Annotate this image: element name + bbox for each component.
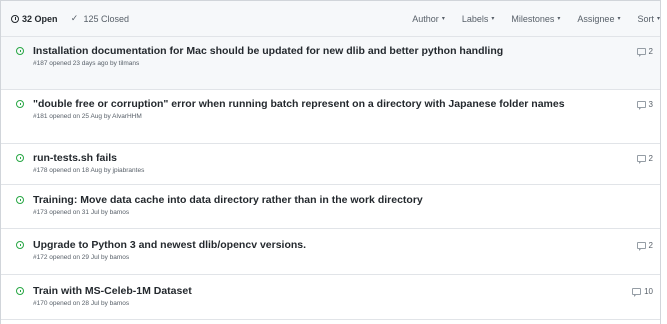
- issue-title-link[interactable]: Train with MS-Celeb-1M Dataset: [33, 285, 620, 298]
- issue-title-link[interactable]: run-tests.sh fails: [33, 152, 620, 165]
- filter-bar: Author ▾ Labels ▾ Milestones ▾ Assignee …: [395, 14, 660, 24]
- issue-opened-icon: [16, 287, 24, 295]
- issue-meta: #172 opened on 29 Jul by bamos: [33, 254, 130, 261]
- issue-meta: #187 opened 23 days ago by tilmans: [33, 60, 140, 67]
- chevron-down-icon: ▾: [656, 16, 660, 22]
- comment-icon: [632, 288, 642, 297]
- issue-title-link[interactable]: "double free or corruption" error when r…: [33, 98, 620, 111]
- issue-meta: #181 opened on 25 Aug by AlvarHHM: [33, 113, 142, 120]
- issue-opened-icon: [11, 14, 19, 23]
- comment-count: 2: [648, 154, 653, 163]
- comment-count-link[interactable]: 2: [636, 154, 653, 164]
- issue-row[interactable]: Installation documentation for Mac shoul…: [1, 37, 660, 90]
- sort-filter[interactable]: Sort ▾: [637, 14, 660, 24]
- issue-meta: #170 opened on 28 Jul by bamos: [33, 300, 130, 307]
- issue-title-link[interactable]: Training: Move data cache into data dire…: [33, 194, 620, 207]
- issue-row[interactable]: "double free or corruption" error when r…: [1, 90, 660, 144]
- issue-opened-icon: [16, 100, 24, 108]
- author-filter-label: Author: [412, 13, 439, 24]
- assignee-filter[interactable]: Assignee ▾: [577, 14, 620, 24]
- comment-count-link[interactable]: 10: [632, 287, 653, 297]
- issue-title-link[interactable]: Upgrade to Python 3 and newest dlib/open…: [33, 239, 620, 252]
- sort-filter-label: Sort: [637, 13, 654, 24]
- comment-count: 3: [648, 100, 653, 109]
- comment-count: 2: [648, 47, 653, 56]
- issue-opened-icon: [16, 196, 24, 204]
- author-filter[interactable]: Author ▾: [412, 14, 445, 24]
- issue-row[interactable]: Train with MS-Celeb-1M Dataset #170 open…: [1, 275, 660, 320]
- assignee-filter-label: Assignee: [577, 13, 615, 24]
- issue-meta: #178 opened on 18 Aug by jpiabrantes: [33, 167, 145, 174]
- comment-icon: [636, 48, 646, 57]
- chevron-down-icon: ▾: [617, 16, 621, 22]
- issue-opened-icon: [16, 47, 24, 55]
- comment-count: 2: [648, 241, 653, 250]
- issue-title-link[interactable]: Installation documentation for Mac shoul…: [33, 45, 620, 58]
- open-count: 32 Open: [22, 13, 58, 24]
- issue-opened-icon: [16, 241, 24, 249]
- closed-count: 125 Closed: [83, 13, 130, 24]
- chevron-down-icon: ▾: [441, 16, 445, 22]
- check-icon: ✓: [70, 13, 79, 23]
- comment-icon: [636, 242, 646, 251]
- milestones-filter[interactable]: Milestones ▾: [511, 14, 560, 24]
- comment-count-link[interactable]: 2: [636, 241, 653, 251]
- comment-icon: [636, 101, 646, 110]
- issue-meta: #173 opened on 31 Jul by bamos: [33, 209, 130, 216]
- labels-filter-label: Labels: [461, 13, 489, 24]
- comment-count-link[interactable]: 2: [636, 47, 653, 57]
- issue-opened-icon: [16, 154, 24, 162]
- comment-icon: [636, 155, 646, 164]
- comment-count-link[interactable]: 3: [636, 100, 653, 110]
- milestones-filter-label: Milestones: [511, 13, 555, 24]
- issue-row[interactable]: Upgrade to Python 3 and newest dlib/open…: [1, 229, 660, 275]
- issue-row[interactable]: Training: Move data cache into data dire…: [1, 185, 660, 229]
- open-issues-toggle[interactable]: 32 Open: [11, 14, 58, 24]
- labels-filter[interactable]: Labels ▾: [462, 14, 495, 24]
- chevron-down-icon: ▾: [491, 16, 495, 22]
- closed-issues-toggle[interactable]: ✓ 125 Closed: [70, 13, 130, 24]
- chevron-down-icon: ▾: [557, 16, 561, 22]
- issues-list: 32 Open ✓ 125 Closed Author ▾ Labels ▾ M…: [0, 0, 661, 324]
- issue-row[interactable]: run-tests.sh fails #178 opened on 18 Aug…: [1, 144, 660, 185]
- issues-list-header: 32 Open ✓ 125 Closed Author ▾ Labels ▾ M…: [1, 0, 660, 37]
- comment-count: 10: [644, 287, 653, 296]
